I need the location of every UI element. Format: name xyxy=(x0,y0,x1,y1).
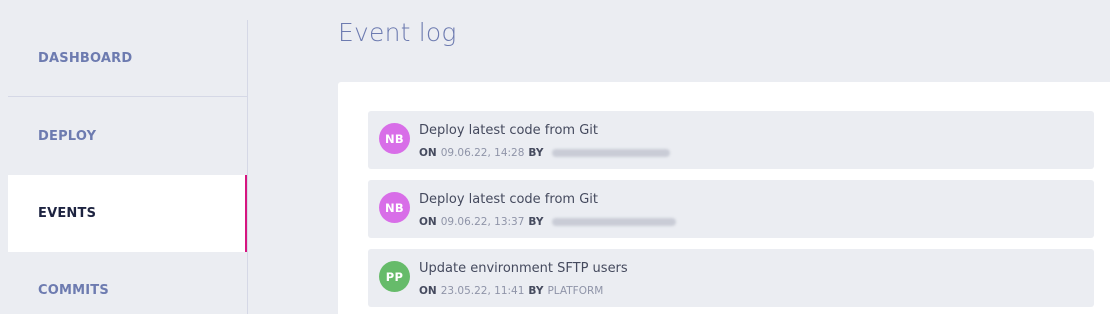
event-datetime: 23.05.22, 11:41 xyxy=(440,285,525,297)
event-meta: ON 09.06.22, 14:28 BY xyxy=(419,147,671,159)
avatar: NB xyxy=(379,123,410,154)
sidebar-item-label: DASHBOARD xyxy=(38,50,133,66)
sidebar-item-deploy[interactable]: DEPLOY xyxy=(8,98,247,175)
sidebar-item-label: EVENTS xyxy=(38,206,97,221)
event-datetime: 09.06.22, 14:28 xyxy=(440,147,525,159)
event-log-panel: NB Deploy latest code from Git ON 09.06.… xyxy=(338,82,1110,314)
sidebar-item-commits[interactable]: COMMITS xyxy=(8,252,247,314)
event-author: PLATFORM xyxy=(547,285,604,297)
event-title: Deploy latest code from Git xyxy=(419,123,598,138)
event-item[interactable]: PP Update environment SFTP users ON 23.0… xyxy=(368,249,1094,307)
redacted-author xyxy=(552,149,671,157)
on-label: ON xyxy=(419,285,437,297)
sidebar-item-dashboard[interactable]: DASHBOARD xyxy=(8,20,247,97)
by-label: BY xyxy=(528,285,544,297)
avatar: NB xyxy=(379,192,410,223)
redacted-author xyxy=(552,218,677,226)
sidebar-item-label: DEPLOY xyxy=(38,129,97,144)
sidebar-item-events[interactable]: EVENTS xyxy=(8,175,248,252)
on-label: ON xyxy=(419,216,437,228)
event-datetime: 09.06.22, 13:37 xyxy=(440,216,525,228)
by-label: BY xyxy=(528,147,544,159)
event-title: Deploy latest code from Git xyxy=(419,192,598,207)
event-item[interactable]: NB Deploy latest code from Git ON 09.06.… xyxy=(368,180,1094,238)
sidebar-nav: DASHBOARD DEPLOY EVENTS COMMITS xyxy=(8,20,248,314)
sidebar-divider xyxy=(247,20,248,314)
event-meta: ON 23.05.22, 11:41 BY PLATFORM xyxy=(419,285,607,297)
event-meta: ON 09.06.22, 13:37 BY xyxy=(419,216,677,228)
event-title: Update environment SFTP users xyxy=(419,261,628,276)
app-window: DASHBOARD DEPLOY EVENTS COMMITS Event lo… xyxy=(0,0,1110,314)
on-label: ON xyxy=(419,147,437,159)
by-label: BY xyxy=(528,216,544,228)
sidebar-item-label: COMMITS xyxy=(38,283,109,298)
avatar: PP xyxy=(379,261,410,292)
event-item[interactable]: NB Deploy latest code from Git ON 09.06.… xyxy=(368,111,1094,169)
page-title: Event log xyxy=(338,18,457,47)
